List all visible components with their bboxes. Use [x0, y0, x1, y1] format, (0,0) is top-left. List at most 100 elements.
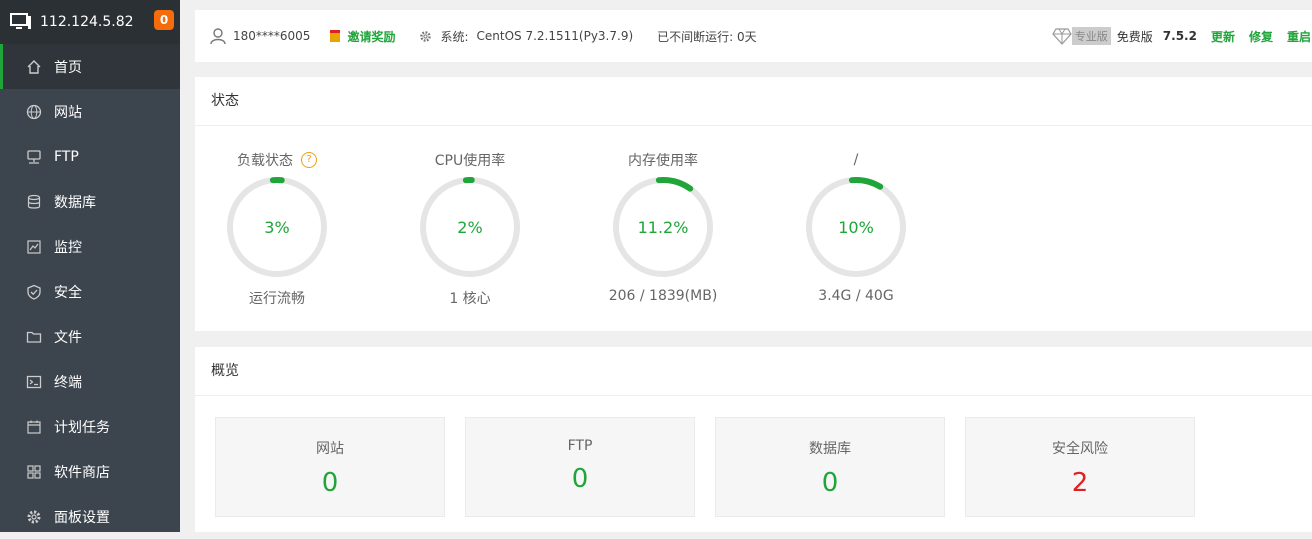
status-panel: 状态 负载状态? 3% 运行流畅 CPU使用率 2% 1 核心 内存使用率 11.2% 206 …	[195, 77, 1312, 331]
pro-edition-tag[interactable]: 专业版	[1071, 27, 1111, 45]
sidebar-item-label: 终端	[54, 374, 82, 391]
overview-card-0[interactable]: 网站 0	[215, 417, 445, 517]
gauge-ring: 10%	[803, 174, 909, 280]
gauge-2[interactable]: 内存使用率 11.2% 206 / 1839(MB)	[603, 149, 723, 304]
user-icon	[210, 28, 226, 45]
gauge-detail: 运行流畅	[249, 291, 305, 307]
gauge-label: /	[796, 149, 916, 171]
gear-icon	[26, 509, 42, 525]
sidebar-item-label: 安全	[54, 284, 82, 301]
gauge-ring: 11.2%	[610, 174, 716, 280]
card-label: 安全风险	[1052, 441, 1108, 457]
gear-icon	[420, 30, 432, 42]
grid-icon	[26, 464, 42, 480]
gauge-1[interactable]: CPU使用率 2% 1 核心	[410, 149, 530, 308]
invite-label: 邀请奖励	[347, 29, 396, 44]
uptime: 已不间断运行: 0天	[657, 29, 757, 44]
restart-button[interactable]: 重启	[1287, 28, 1311, 45]
card-value[interactable]: 0	[216, 468, 444, 498]
user-phone: 180****6005	[233, 29, 311, 43]
gauge-value: 11.2%	[637, 217, 689, 237]
gauge-ring: 2%	[417, 174, 523, 280]
gauge-label: 负载状态?	[217, 149, 337, 171]
gift-icon	[330, 30, 341, 42]
gauge-value: 3%	[264, 217, 290, 237]
notification-badge[interactable]: 0	[154, 10, 174, 30]
free-edition-label: 免费版	[1116, 29, 1153, 44]
top-header: 180****6005 邀请奖励 系统: CentOS 7.2.1511(Py3…	[195, 10, 1312, 62]
sidebar-item-5[interactable]: 安全	[0, 269, 180, 314]
server-ip: 112.124.5.82	[40, 14, 134, 30]
sidebar-item-4[interactable]: 监控	[0, 224, 180, 269]
ftp-icon	[26, 149, 42, 165]
sidebar-item-7[interactable]: 终端	[0, 359, 180, 404]
globe-icon	[26, 104, 42, 120]
gauge-detail: 206 / 1839(MB)	[608, 288, 718, 304]
gauge-value: 10%	[838, 217, 874, 237]
repair-button[interactable]: 修复	[1249, 28, 1273, 45]
sidebar-item-label: 软件商店	[54, 464, 110, 481]
header-right: 专业版 免费版 7.5.2 更新 修复 重启	[1052, 10, 1312, 62]
gauge-detail: 1 核心	[449, 291, 491, 307]
gauge-label-text: 负载状态	[237, 153, 293, 169]
gauge-value: 2%	[457, 217, 483, 237]
sidebar-nav: 首页网站 FTP 数据库监控安全文件终端计划任务软件商店面板设置	[0, 44, 180, 539]
card-value[interactable]: 0	[716, 468, 944, 498]
status-title: 状态	[195, 77, 1312, 126]
server-header[interactable]: 112.124.5.82 0	[0, 0, 180, 44]
overview-title: 概览	[195, 347, 1312, 396]
user-account[interactable]: 180****6005	[209, 27, 310, 45]
gauge-label: 内存使用率	[603, 149, 723, 171]
sidebar-item-label: FTP	[54, 148, 79, 165]
system-info: 系统: CentOS 7.2.1511(Py3.7.9)	[419, 28, 633, 45]
gauge-label-text: CPU使用率	[434, 153, 506, 169]
gauge-detail: 3.4G / 40G	[818, 288, 894, 304]
sidebar-item-9[interactable]: 软件商店	[0, 449, 180, 494]
update-button[interactable]: 更新	[1211, 28, 1235, 45]
monitor-icon	[26, 239, 42, 255]
sidebar-item-3[interactable]: 数据库	[0, 179, 180, 224]
sidebar-item-10[interactable]: 面板设置	[0, 494, 180, 539]
help-icon[interactable]: ?	[301, 152, 317, 168]
system-value: CentOS 7.2.1511(Py3.7.9)	[476, 29, 634, 43]
database-icon	[26, 194, 42, 210]
sidebar: 112.124.5.82 0 首页网站 FTP 数据库监控安全文件终端计划任务软件商…	[0, 0, 180, 532]
calendar-icon	[26, 419, 42, 435]
terminal-icon	[26, 374, 42, 390]
shield-icon	[26, 284, 42, 300]
overview-card-1[interactable]: FTP 0	[465, 417, 695, 517]
card-label: 数据库	[809, 441, 851, 457]
overview-card-3[interactable]: 安全风险 2	[965, 417, 1195, 517]
gauge-label: CPU使用率	[410, 149, 530, 171]
gauge-3[interactable]: / 10% 3.4G / 40G	[796, 149, 916, 304]
card-value[interactable]: 0	[466, 464, 694, 494]
card-label: FTP	[567, 438, 593, 454]
overview-panel: 概览 网站 0 FTP 0 数据库 0 安全风险 2	[195, 347, 1312, 532]
sidebar-item-label: 监控	[54, 239, 82, 256]
sidebar-item-label: 文件	[54, 329, 82, 346]
diamond-icon	[1052, 28, 1072, 45]
overview-card-2[interactable]: 数据库 0	[715, 417, 945, 517]
sidebar-item-0[interactable]: 首页	[0, 44, 180, 89]
sidebar-item-8[interactable]: 计划任务	[0, 404, 180, 449]
gauge-label-text: /	[853, 152, 859, 168]
home-icon	[26, 59, 42, 75]
sidebar-item-label: 计划任务	[54, 419, 110, 436]
card-value[interactable]: 2	[966, 468, 1194, 498]
sidebar-item-label: 首页	[54, 59, 82, 76]
sidebar-item-label: 面板设置	[54, 509, 110, 526]
gauge-0[interactable]: 负载状态? 3% 运行流畅	[217, 149, 337, 308]
sidebar-item-6[interactable]: 文件	[0, 314, 180, 359]
version-number: 7.5.2	[1162, 29, 1197, 43]
invite-reward-link[interactable]: 邀请奖励	[330, 28, 395, 45]
card-label: 网站	[316, 441, 344, 457]
monitor-screen-icon	[10, 13, 31, 29]
gauge-label-text: 内存使用率	[628, 153, 698, 169]
folder-icon	[26, 329, 42, 345]
sidebar-item-2[interactable]: FTP	[0, 134, 180, 179]
system-label: 系统:	[440, 29, 469, 44]
gauge-ring: 3%	[224, 174, 330, 280]
sidebar-item-label: 数据库	[54, 194, 96, 211]
sidebar-item-1[interactable]: 网站	[0, 89, 180, 134]
sidebar-item-label: 网站	[54, 104, 82, 121]
